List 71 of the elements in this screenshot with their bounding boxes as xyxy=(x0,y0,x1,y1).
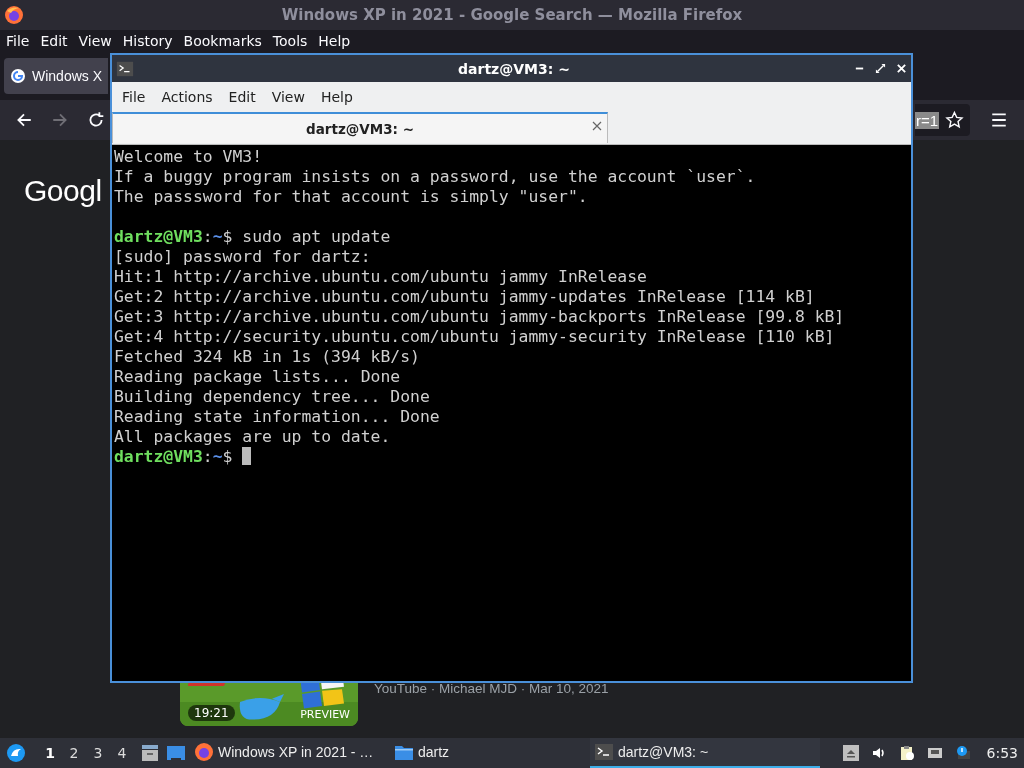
workspace-button[interactable]: 1 xyxy=(38,745,62,761)
taskbar-button[interactable]: dartz xyxy=(390,738,590,768)
terminal-line: Building dependency tree... Done xyxy=(114,387,430,406)
eject-icon[interactable] xyxy=(842,745,859,761)
terminal-icon xyxy=(116,59,134,78)
menu-item[interactable]: Bookmarks xyxy=(183,33,262,49)
firefox-icon xyxy=(4,5,24,25)
terminal-command: sudo apt update xyxy=(242,227,391,246)
maximize-icon[interactable] xyxy=(875,63,886,74)
prompt-path: ~ xyxy=(212,447,223,466)
close-tab-icon[interactable] xyxy=(592,121,602,131)
duration-badge: 19:21 xyxy=(188,705,235,721)
back-icon[interactable] xyxy=(15,111,33,129)
volume-icon[interactable] xyxy=(870,745,887,761)
menu-item[interactable]: View xyxy=(263,89,313,105)
workspace-button[interactable]: 3 xyxy=(86,745,110,761)
terminal-tab[interactable]: dartz@VM3: ~ xyxy=(112,112,608,143)
terminal-icon xyxy=(594,742,614,762)
file-cabinet-icon[interactable] xyxy=(140,743,160,763)
menu-item[interactable]: Help xyxy=(312,89,361,105)
window-title: dartz@VM3: ~ xyxy=(457,60,571,77)
menu-icon[interactable] xyxy=(990,111,1008,129)
terminal-line: Welcome to VM3! xyxy=(114,147,263,166)
menu-item[interactable]: File xyxy=(114,89,154,105)
firefox-icon xyxy=(194,742,214,762)
desktop-icon[interactable] xyxy=(166,743,186,763)
prompt-symbol: $ xyxy=(222,227,233,246)
prompt-path: ~ xyxy=(212,227,223,246)
terminal-line: Reading state information... Done xyxy=(114,407,440,426)
start-menu-icon[interactable] xyxy=(6,743,26,763)
terminal-line: Hit:1 http://archive.ubuntu.com/ubuntu jammy InRelease xyxy=(114,267,647,286)
forward-icon[interactable] xyxy=(51,111,69,129)
terminal-line: Reading package lists... Done xyxy=(114,367,401,386)
close-icon[interactable] xyxy=(896,63,907,74)
taskbar-button[interactable]: Windows XP in 2021 - … xyxy=(190,738,390,768)
prompt-user: dartz@VM3 xyxy=(114,447,203,466)
menu-item[interactable]: Help xyxy=(318,33,351,49)
star-icon[interactable] xyxy=(945,110,964,130)
clock: 6:53 xyxy=(986,745,1018,761)
prompt-separator: : xyxy=(202,227,213,246)
google-logo: Googl xyxy=(24,174,102,208)
workspace-button[interactable]: 2 xyxy=(62,745,86,761)
menu-item[interactable]: File xyxy=(6,33,30,49)
terminal-line: [sudo] password for dartz: xyxy=(114,247,371,266)
video-meta: YouTube · Michael MJD · Mar 10, 2021 xyxy=(374,681,609,696)
network-icon[interactable] xyxy=(926,745,943,761)
terminal-line: Get:3 http://archive.ubuntu.com/ubuntu jammy-backports InRelease [99.8 kB] xyxy=(114,307,845,326)
clipboard-icon[interactable] xyxy=(898,745,915,761)
terminal-line: Get:2 http://archive.ubuntu.com/ubuntu jammy-updates InRelease [114 kB] xyxy=(114,287,815,306)
workspace-button[interactable]: 4 xyxy=(110,745,134,761)
taskbar-button[interactable]: dartz@VM3: ~ xyxy=(590,738,820,768)
terminal-line: Get:4 http://security.ubuntu.com/ubuntu jammy-security InRelease [110 kB] xyxy=(114,327,835,346)
menu-item[interactable]: Tools xyxy=(272,33,308,49)
prompt-symbol: $ xyxy=(222,447,233,466)
preview-label: PREVIEW xyxy=(300,708,350,721)
menu-item[interactable]: Edit xyxy=(220,89,264,105)
menu-item[interactable]: History xyxy=(122,33,173,49)
menu-item[interactable]: Actions xyxy=(153,89,221,105)
window-title: Windows XP in 2021 - Google Search — Mozilla Firefox xyxy=(280,6,744,24)
prompt-separator: : xyxy=(202,447,213,466)
reload-icon[interactable] xyxy=(87,111,105,129)
terminal-line: The passsword for that account is simply "user". xyxy=(114,187,588,206)
terminal-line: All packages are up to date. xyxy=(114,427,391,446)
menu-item[interactable]: Edit xyxy=(40,33,68,49)
google-icon xyxy=(10,68,26,84)
menu-item[interactable]: View xyxy=(78,33,112,49)
notification-icon[interactable] xyxy=(954,745,971,761)
browser-tab[interactable]: Windows X xyxy=(4,58,108,94)
terminal-line: If a buggy program insists on a password, use the account `user`. xyxy=(114,167,756,186)
prompt-user: dartz@VM3 xyxy=(114,227,203,246)
terminal-line: Fetched 324 kB in 1s (394 kB/s) xyxy=(114,347,420,366)
